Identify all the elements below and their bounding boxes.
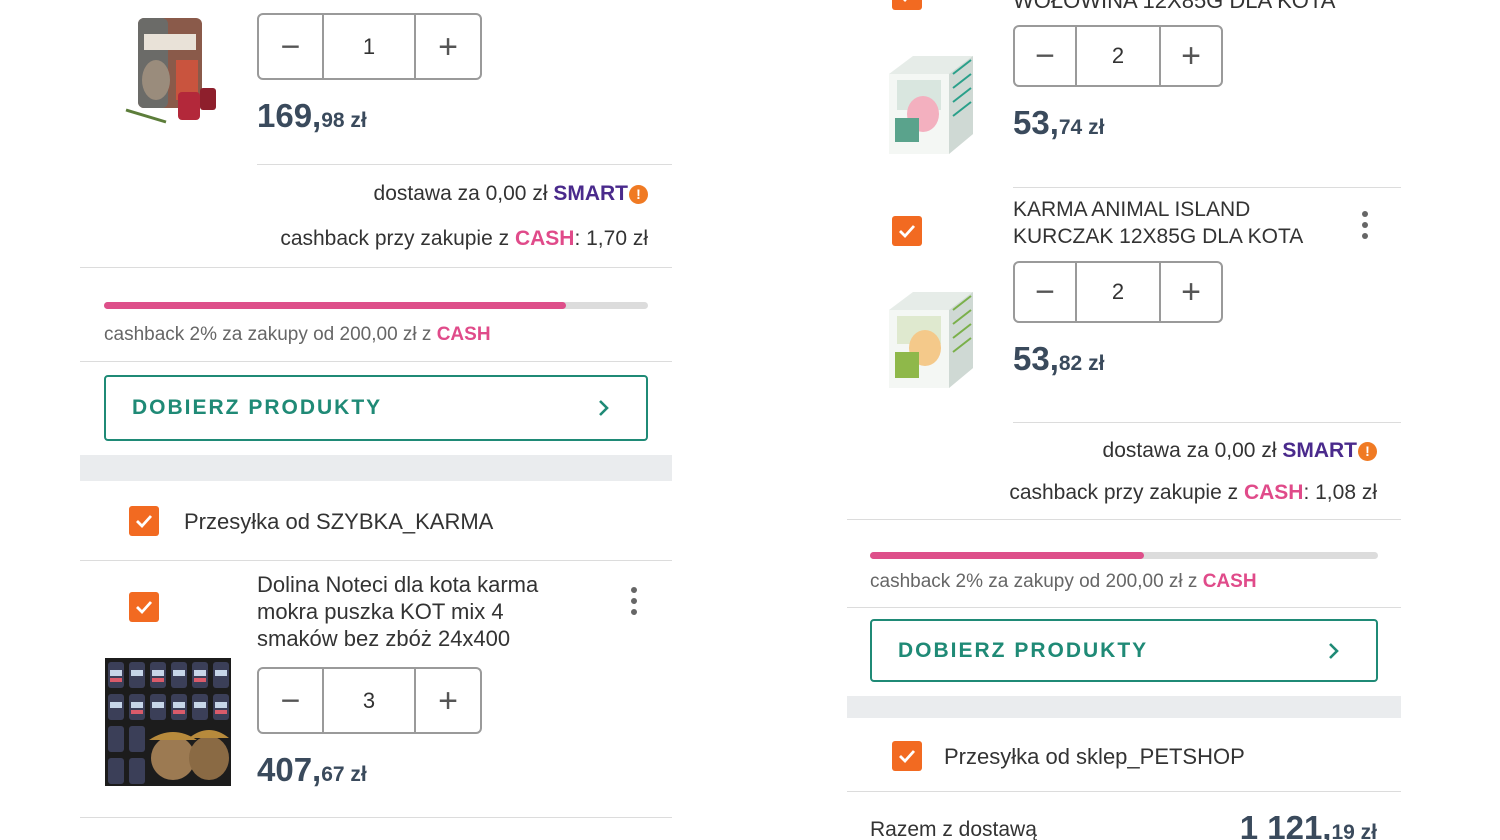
product-checkbox[interactable] — [129, 592, 159, 622]
product-price: 53,74 zł — [1013, 104, 1105, 141]
pick-products-label: DOBIERZ PRODUKTY — [132, 396, 383, 419]
product-name-line: KARMA ANIMAL ISLAND — [1013, 198, 1251, 221]
divider — [847, 791, 1401, 792]
section-separator — [80, 455, 672, 481]
smart-badge-label: SMART — [1282, 439, 1357, 462]
total-label: Razem z dostawą — [870, 818, 1037, 840]
pick-products-button[interactable]: DOBIERZ PRODUKTY — [870, 619, 1378, 682]
product-price: 169,98 zł — [257, 97, 367, 134]
cashback-progress-bar — [870, 552, 1378, 559]
decrement-button[interactable]: − — [259, 15, 322, 78]
product-image-pouches-chicken[interactable] — [883, 282, 979, 394]
product-price: 53,82 zł — [1013, 340, 1105, 377]
cashback-progress-fill — [870, 552, 1145, 559]
product-name-line: mokra puszka KOT mix 4 — [257, 599, 504, 624]
product-image-dry-food[interactable] — [116, 10, 226, 130]
section-separator — [847, 696, 1401, 718]
decrement-button[interactable]: − — [1015, 263, 1075, 321]
product-image-pouches-beef[interactable] — [883, 44, 979, 160]
delivery-info: dostawa za 0,00 zł SMART! — [1103, 439, 1377, 463]
divider — [80, 361, 672, 362]
product-image-cans[interactable] — [105, 658, 231, 786]
increment-button[interactable]: + — [416, 669, 480, 732]
product-name[interactable]: Dolina Noteci dla kota karma mokra puszk… — [257, 571, 587, 652]
check-icon — [899, 750, 916, 764]
more-options-icon[interactable] — [1361, 211, 1369, 239]
divider — [80, 267, 672, 268]
chevron-right-icon — [599, 400, 609, 416]
increment-button[interactable]: + — [1161, 263, 1221, 321]
check-icon — [136, 601, 153, 615]
divider — [1013, 422, 1401, 423]
divider — [1013, 187, 1401, 188]
delivery-info: dostawa za 0,00 zł SMART! — [374, 182, 648, 206]
divider — [80, 817, 672, 818]
product-name-line: Dolina Noteci dla kota karma — [257, 572, 539, 597]
quantity-stepper[interactable]: − 2 + — [1013, 25, 1223, 87]
product-name-line: smaków bez zbóż 24x400 — [257, 626, 511, 651]
decrement-button[interactable]: − — [1015, 27, 1075, 85]
cart-column-left: − 1 + 169,98 zł dostawa za 0,00 zł SMART… — [80, 0, 672, 840]
quantity-value[interactable]: 2 — [1075, 27, 1161, 85]
check-icon — [136, 515, 153, 529]
check-icon — [903, 0, 907, 3]
product-name[interactable]: KARMA ANIMAL ISLAND KURCZAK 12X85G DLA K… — [1013, 196, 1343, 250]
increment-button[interactable]: + — [416, 15, 480, 78]
divider — [80, 560, 672, 561]
seller-checkbox[interactable] — [129, 506, 159, 536]
total-price: 1 121,19 zł — [1239, 809, 1377, 840]
chevron-right-icon — [1329, 642, 1339, 659]
divider — [847, 607, 1401, 608]
divider — [847, 519, 1401, 520]
seller-name: Przesyłka od SZYBKA_KARMA — [184, 509, 494, 534]
product-name[interactable]: WOŁOWINA 12X85G DLA KOTA — [1013, 0, 1343, 14]
product-name-line: KURCZAK 12X85G DLA KOTA — [1013, 225, 1304, 248]
cashback-info: cashback przy zakupie z CASH: 1,70 zł — [280, 227, 648, 250]
divider — [257, 164, 672, 165]
cart-column-right: WOŁOWINA 12X85G DLA KOTA − 2 + 53,74 zł … — [847, 0, 1401, 840]
cashback-threshold-text: cashback 2% za zakupy od 200,00 zł z CAS… — [870, 571, 1257, 592]
quantity-value[interactable]: 1 — [322, 15, 416, 78]
cashback-threshold-text: cashback 2% za zakupy od 200,00 zł z CAS… — [104, 324, 491, 345]
smart-alert-icon: ! — [629, 185, 648, 204]
seller-checkbox[interactable] — [892, 741, 922, 771]
pick-products-label: DOBIERZ PRODUKTY — [898, 638, 1149, 662]
quantity-stepper[interactable]: − 1 + — [257, 13, 482, 80]
product-checkbox[interactable] — [892, 0, 922, 10]
product-price: 407,67 zł — [257, 751, 367, 788]
quantity-stepper[interactable]: − 2 + — [1013, 261, 1223, 323]
increment-button[interactable]: + — [1161, 27, 1221, 85]
quantity-value[interactable]: 2 — [1075, 263, 1161, 321]
smart-badge-label: SMART — [553, 182, 628, 205]
cashback-progress-fill — [104, 302, 567, 309]
pick-products-button[interactable]: DOBIERZ PRODUKTY — [104, 375, 648, 441]
product-checkbox[interactable] — [892, 216, 922, 246]
quantity-stepper[interactable]: − 3 + — [257, 667, 482, 734]
smart-alert-icon: ! — [1358, 442, 1377, 461]
decrement-button[interactable]: − — [259, 669, 322, 732]
seller-name: Przesyłka od sklep_PETSHOP — [944, 744, 1245, 769]
cashback-progress-bar — [104, 302, 648, 309]
more-options-icon[interactable] — [630, 587, 638, 615]
cashback-info: cashback przy zakupie z CASH: 1,08 zł — [1009, 481, 1377, 504]
check-icon — [899, 225, 916, 239]
quantity-value[interactable]: 3 — [322, 669, 416, 732]
